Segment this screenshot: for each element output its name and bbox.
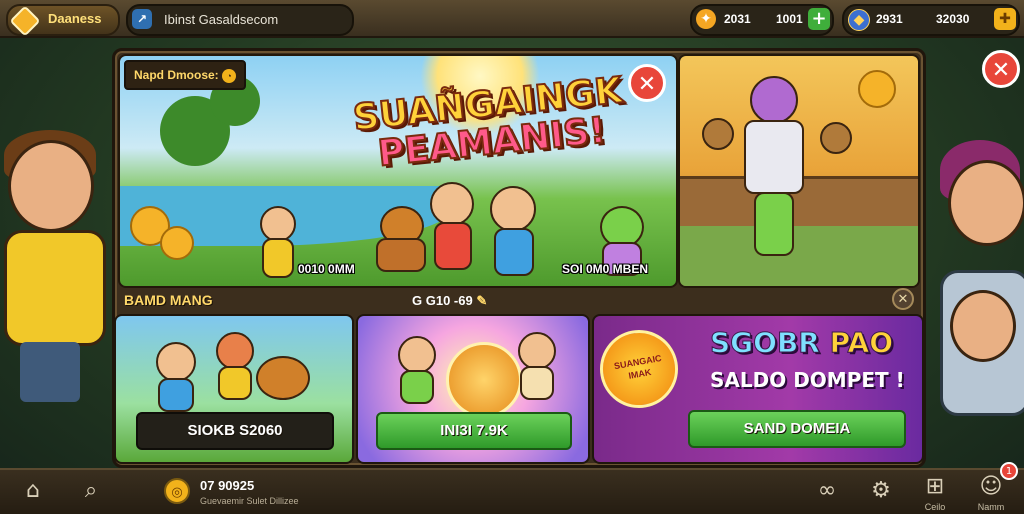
diamond-icon [9, 5, 41, 37]
coin-balance-icon: ◎ [164, 478, 190, 504]
wallet-promo-subtitle: SALDO DOMPET ! [710, 368, 905, 392]
left-character-art [0, 130, 115, 460]
wallet-promo-title-b: PAO [829, 326, 894, 360]
gem-currency-value-a: 2931 [876, 12, 903, 26]
hero-caption-left: 0010 0MM [298, 262, 355, 276]
grid-icon[interactable]: ⊞ [920, 472, 950, 502]
home-icon[interactable]: ⌂ [18, 476, 48, 506]
clock-icon: ◔ [222, 68, 237, 83]
gold-coin-icon [446, 342, 522, 418]
logo-badge[interactable]: Daaness [6, 4, 120, 37]
promo-badge: SUANGAIC IMAK [594, 323, 685, 415]
pin-icon: ✎ [476, 293, 488, 308]
grid-label: Ceilo [924, 502, 946, 512]
coin-balance-subtext: Guevaemir Sulet Dillizee [200, 496, 299, 506]
hero-banner[interactable]: SUAÑGAINGK PEAMANIS! Napd Dmoose: ◔ ✕ 00… [118, 54, 678, 288]
reward-card-1-button[interactable]: SIOKB S2060 [136, 412, 334, 450]
reward-card-2[interactable]: INI3I 7.9K [356, 314, 590, 464]
leaf-currency-value-a: 2031 [724, 12, 751, 26]
event-tag-label: Napd Dmoose: [134, 68, 219, 82]
compass-icon: ↗ [132, 9, 152, 29]
gem-currency-value-b: 32030 [936, 12, 970, 26]
bottom-nav-bar: ⌂ ⌕ ◎ 07 90925 Guevaemir Sulet Dillizee … [0, 468, 1024, 514]
wallet-promo-button[interactable]: SAND DOMEIA [688, 410, 906, 448]
event-timer: G G10 -69 ✎ [412, 293, 487, 309]
leaf-currency-counter: ✦ 2031 1001 + [690, 4, 834, 36]
site-address-field[interactable]: ↗ Ibinst Gasaldsecom [126, 4, 354, 36]
close-panel-button[interactable]: ✕ [982, 50, 1020, 88]
ground-decoration [680, 226, 918, 286]
wallet-promo-title-a: SGOBR [710, 326, 821, 360]
section-label: BAMD MANG [124, 292, 213, 308]
close-banner-button[interactable]: ✕ [628, 64, 666, 102]
gem-currency-counter: ◆ 2931 32030 ✚ [842, 4, 1020, 36]
gem-coin-icon: ◆ [848, 9, 870, 31]
leaf-coin-icon: ✦ [696, 9, 716, 29]
wallet-promo-card[interactable]: SUANGAIC IMAK SGOBR PAO SALDO DOMPET ! S… [592, 314, 924, 464]
coin-balance-value: 07 90925 [200, 478, 255, 493]
smiley-coin-icon [858, 70, 896, 108]
notification-badge: 1 [1000, 462, 1018, 480]
promo-side-card[interactable] [678, 54, 920, 288]
reward-card-1[interactable]: SIOKB S2060 [114, 314, 354, 464]
right-character-art [920, 120, 1024, 460]
leaf-currency-value-b: 1001 [776, 12, 803, 26]
info-button[interactable]: ✕ [892, 288, 914, 310]
link-icon[interactable]: ∞ [812, 476, 842, 506]
event-title: SUAÑGAINGK PEAMANIS! [327, 69, 653, 178]
hero-caption-right: SOI 0M0 MBEN [562, 262, 649, 276]
profile-label: Namm [977, 502, 1005, 512]
site-address-text: Ibinst Gasaldsecom [164, 12, 279, 27]
reward-card-2-button[interactable]: INI3I 7.9K [376, 412, 572, 450]
wallet-promo-title: SGOBR PAO [710, 326, 894, 360]
coin-pile-icon [160, 226, 194, 260]
top-bar: Daaness ↗ Ibinst Gasaldsecom ✦ 2031 1001… [0, 0, 1024, 38]
add-gem-currency-button[interactable]: ✚ [994, 8, 1016, 30]
gear-icon[interactable]: ⚙ [866, 476, 896, 506]
search-icon[interactable]: ⌕ [76, 476, 106, 506]
event-timer-value: G G10 -69 [412, 293, 473, 308]
logo-label: Daaness [48, 11, 102, 26]
add-leaf-currency-button[interactable]: + [808, 8, 830, 30]
event-tag: Napd Dmoose: ◔ [124, 60, 247, 90]
